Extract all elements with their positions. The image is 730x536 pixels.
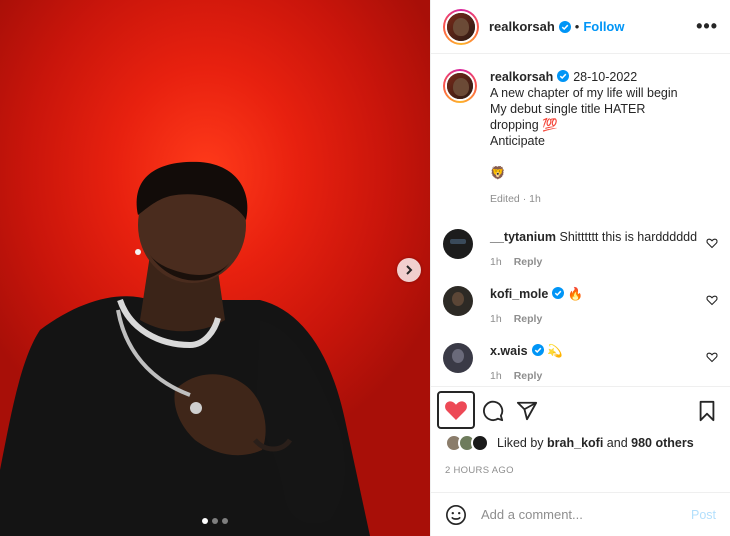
commenter-avatar[interactable] — [443, 229, 473, 259]
caption: realkorsah 28-10-2022 A new chapter of my… — [443, 69, 718, 207]
add-comment-bar: Post — [431, 492, 730, 536]
comment-time: 1h — [490, 313, 502, 325]
heart-outline-icon[interactable] — [706, 237, 718, 249]
liker-avatars — [445, 434, 493, 452]
reply-button[interactable]: Reply — [514, 256, 543, 268]
more-options-icon[interactable]: ••• — [696, 16, 718, 37]
post-side-panel: realkorsah • Follow ••• realkorsah 28-10-… — [430, 0, 730, 536]
comment-item: kofi_mole 🔥 1h Reply — [443, 286, 718, 327]
add-comment-input[interactable] — [481, 507, 691, 522]
heart-outline-icon[interactable] — [706, 351, 718, 363]
emoji-icon[interactable] — [445, 504, 467, 526]
post-timestamp: 2 HOURS AGO — [445, 465, 514, 476]
follow-button[interactable]: Follow — [583, 19, 624, 34]
heart-filled-icon — [445, 401, 467, 420]
post-header: realkorsah • Follow ••• — [431, 0, 730, 54]
comment-username[interactable]: __tytanium — [490, 230, 556, 244]
caption-date: 28-10-2022 — [573, 70, 638, 84]
verified-badge-icon — [531, 344, 544, 356]
next-slide-button[interactable] — [397, 258, 421, 282]
comment-item: __tytanium Shitttttt this is hardddddd 1… — [443, 229, 718, 270]
comment-item: x.wais 💫 1h Reply — [443, 343, 718, 384]
caption-line: dropping 💯 — [490, 118, 558, 132]
comment-username[interactable]: kofi_mole — [490, 287, 548, 301]
chevron-right-icon — [406, 265, 413, 275]
commenter-avatar[interactable] — [443, 286, 473, 316]
verified-badge-icon — [557, 70, 570, 82]
author-avatar[interactable] — [443, 8, 479, 45]
like-button[interactable] — [437, 391, 475, 429]
post-media[interactable] — [0, 0, 430, 536]
carousel-dot[interactable] — [212, 518, 218, 524]
post-comment-button[interactable]: Post — [691, 508, 716, 522]
save-button[interactable] — [691, 395, 723, 427]
action-bar — [431, 386, 730, 432]
paper-plane-icon — [516, 401, 538, 421]
caption-username[interactable]: realkorsah — [490, 70, 553, 84]
separator-dot: • — [574, 19, 580, 34]
comment-time: 1h — [490, 256, 502, 268]
carousel-dot[interactable] — [202, 518, 208, 524]
caption-line: Anticipate — [490, 134, 545, 148]
carousel-dots — [0, 518, 430, 524]
comment-bubble-icon — [483, 400, 504, 422]
heart-outline-icon[interactable] — [706, 294, 718, 306]
carousel-dot[interactable] — [222, 518, 228, 524]
comment-text: Shitttttt this is hardddddd — [559, 230, 698, 244]
comment-time: 1h — [490, 370, 502, 382]
likes-prefix: Liked by — [497, 436, 544, 450]
liked-by-user[interactable]: brah_kofi — [547, 436, 603, 450]
comment-text: 🔥 — [567, 287, 584, 301]
comment-username[interactable]: x.wais — [490, 344, 528, 358]
comments-section[interactable]: realkorsah 28-10-2022 A new chapter of my… — [431, 55, 730, 385]
likes-joiner: and — [606, 436, 628, 450]
reply-button[interactable]: Reply — [514, 313, 543, 325]
caption-line: A new chapter of my life will begin — [490, 86, 678, 100]
author-username[interactable]: realkorsah — [489, 19, 555, 34]
verified-badge-icon — [552, 287, 565, 299]
share-button[interactable] — [511, 395, 543, 427]
comment-text: 💫 — [547, 344, 563, 358]
caption-line: My debut single title HATER — [490, 102, 646, 116]
caption-emoji: 🦁 — [490, 166, 506, 180]
likes-others[interactable]: 980 others — [631, 436, 694, 450]
verified-badge-icon — [558, 20, 571, 33]
likes-summary: Liked by brah_kofi and 980 others — [445, 434, 718, 452]
commenter-avatar[interactable] — [443, 343, 473, 373]
caption-meta: Edited · 1h — [490, 193, 541, 205]
bookmark-icon — [699, 400, 715, 422]
comment-button[interactable] — [477, 395, 509, 427]
reply-button[interactable]: Reply — [514, 370, 543, 382]
post-photo — [0, 161, 370, 536]
caption-avatar[interactable] — [443, 69, 477, 103]
